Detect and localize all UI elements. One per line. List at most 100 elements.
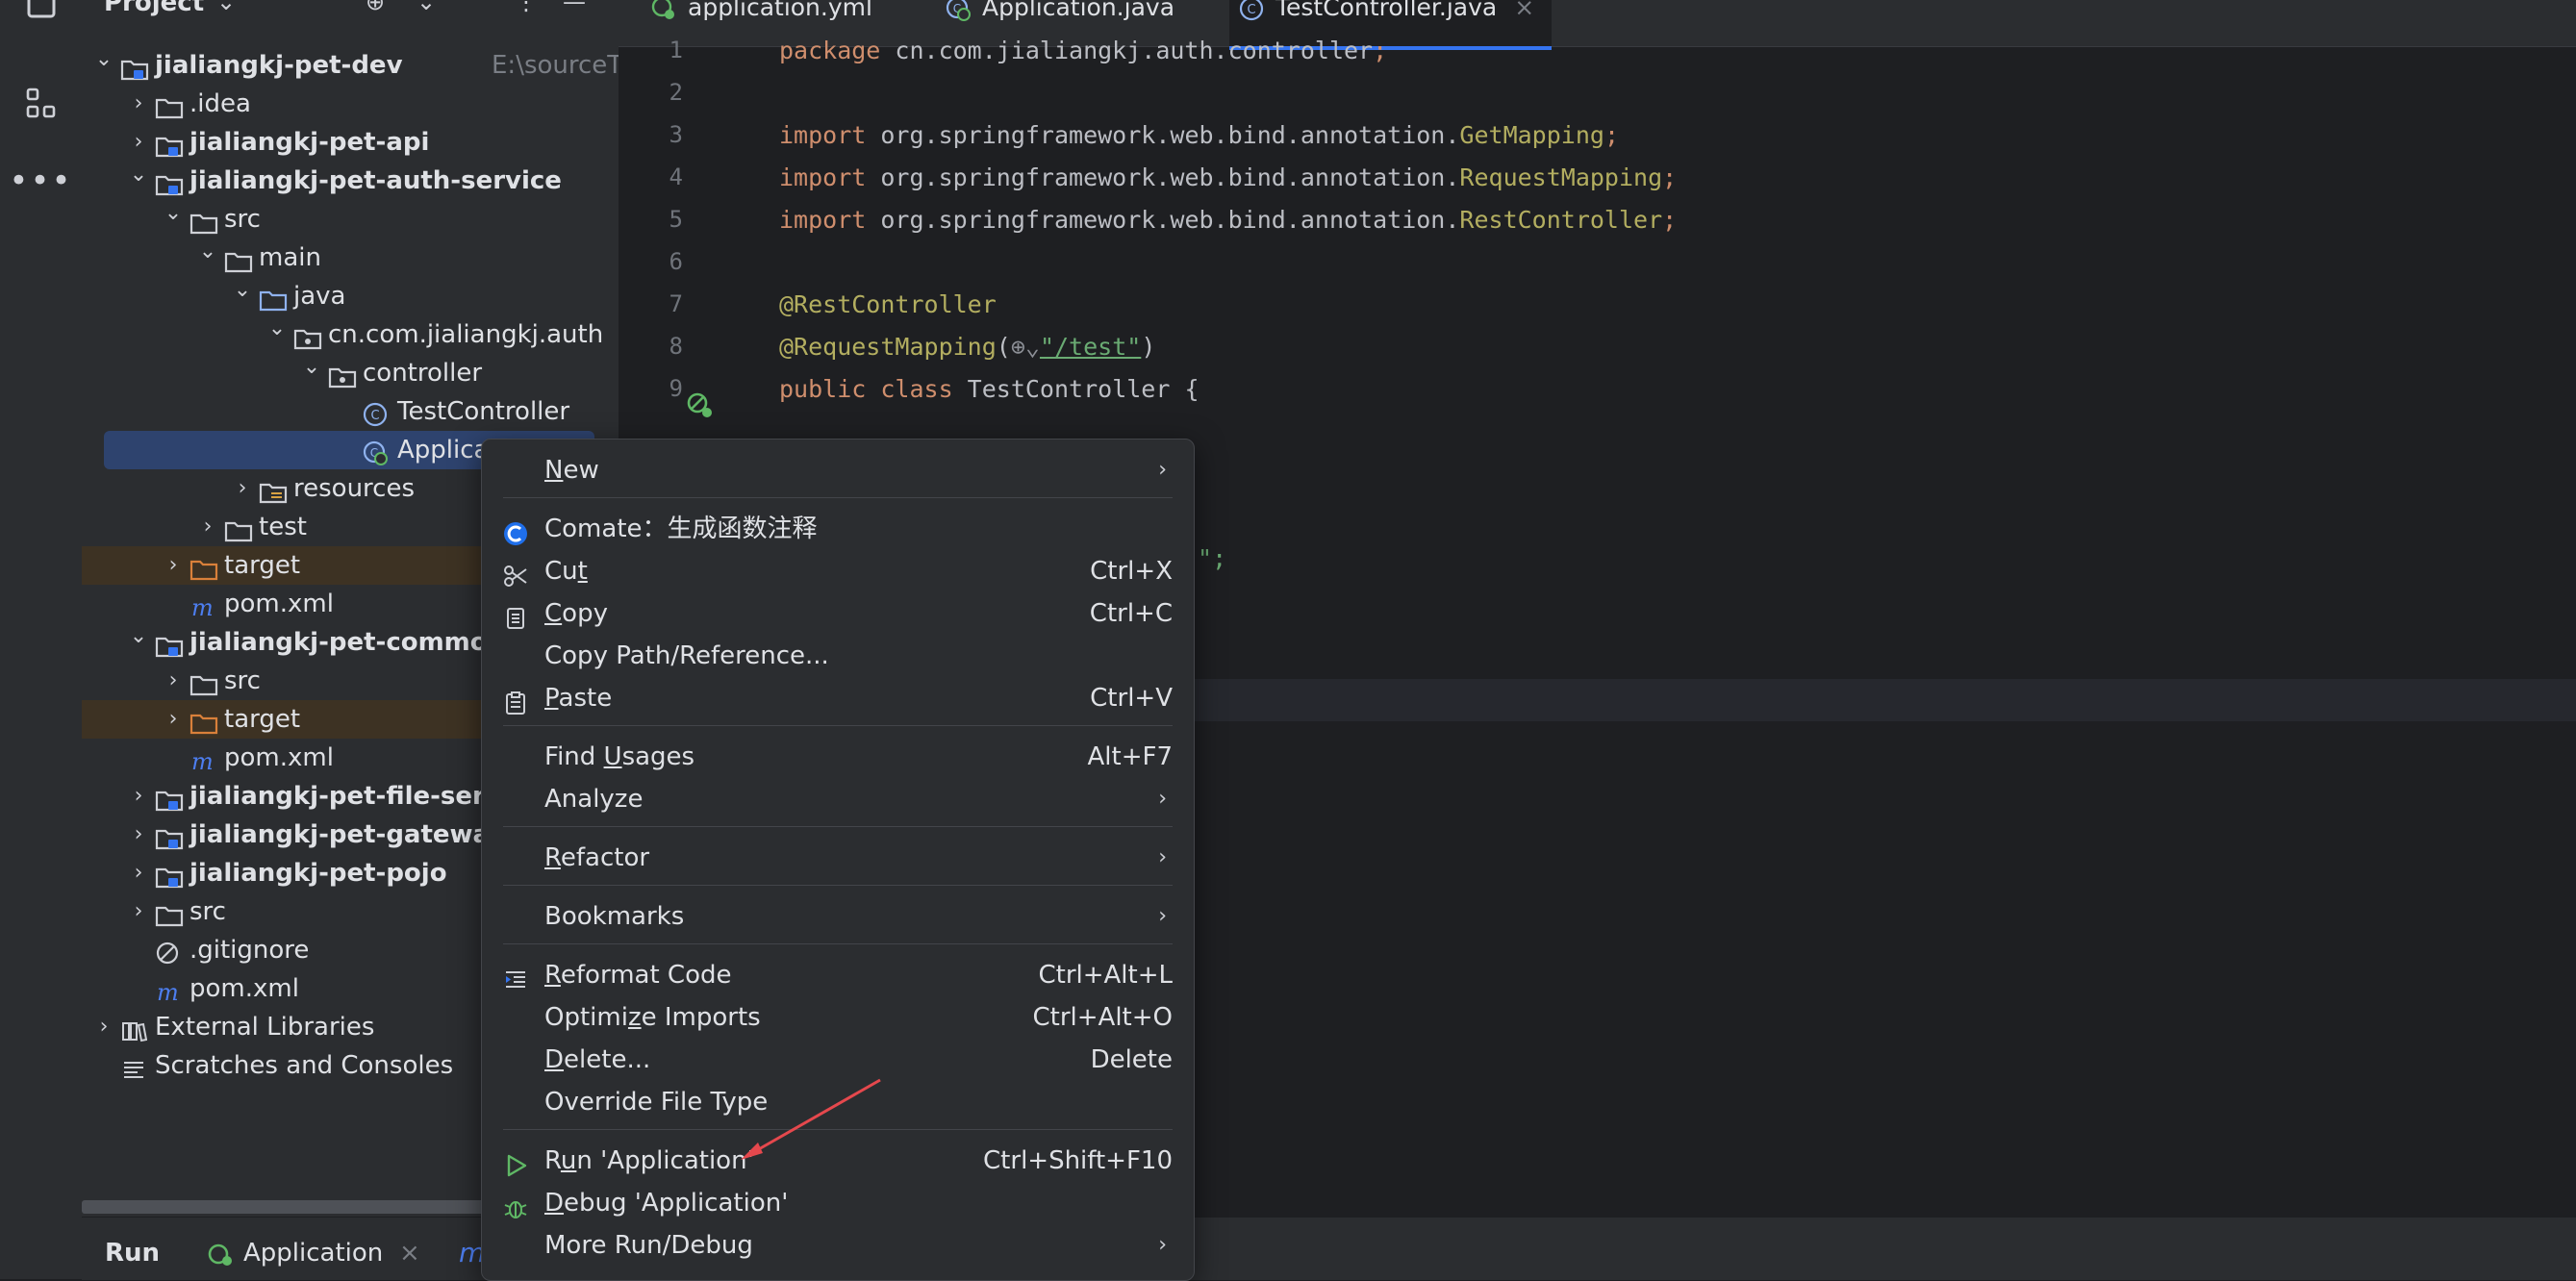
editor-tab-label: Application.java xyxy=(982,0,1175,21)
tree-item[interactable]: › jialiangkj-pet-api xyxy=(82,123,619,162)
menu-item-label: Run 'Application' xyxy=(544,1146,754,1175)
tree-item[interactable]: › .idea xyxy=(82,85,619,123)
spring-class-icon: C xyxy=(946,0,971,33)
chevron-right-icon[interactable]: › xyxy=(128,892,149,931)
tree-item-label: Scratches and Consoles xyxy=(155,1051,454,1080)
chevron-right-icon[interactable]: › xyxy=(197,508,218,546)
chevron-right-icon[interactable]: › xyxy=(232,469,253,508)
chevron-down-icon[interactable]: ⌄ xyxy=(93,40,114,79)
close-icon[interactable]: × xyxy=(1514,0,1534,21)
tree-item-label: cn.com.jialiangkj.auth xyxy=(328,320,604,349)
menu-item-debug-application[interactable]: Debug 'Application' xyxy=(482,1182,1194,1224)
chevron-right-icon[interactable]: › xyxy=(93,1008,114,1046)
code-line[interactable]: import org.springframework.web.bind.anno… xyxy=(779,206,1677,234)
comate-icon xyxy=(503,517,528,545)
context-menu: New › Comate：生成函数注释 Cut Ctrl+X Copy Ctrl+C Copy… xyxy=(481,439,1195,1281)
tree-item-label: jialiangkj-pet-common xyxy=(189,628,506,657)
close-icon[interactable]: × xyxy=(399,1239,420,1268)
menu-item-analyze[interactable]: Analyze › xyxy=(482,778,1194,820)
tree-item-label: jialiangkj-pet-auth-service xyxy=(189,166,562,195)
class-icon: C xyxy=(363,400,390,427)
code-line[interactable]: import org.springframework.web.bind.anno… xyxy=(779,121,1619,149)
menu-item-label: Comate：生成函数注释 xyxy=(544,515,818,543)
chevron-right-icon: › xyxy=(1158,845,1167,869)
menu-item-shortcut: Alt+F7 xyxy=(1087,742,1174,771)
tree-item-label: src xyxy=(224,205,261,234)
more-tools-icon[interactable]: ••• xyxy=(9,162,70,200)
menu-separator xyxy=(503,826,1173,827)
menu-item-optimize-imports[interactable]: Optimize Imports Ctrl+Alt+O xyxy=(482,996,1194,1039)
menu-item-bookmarks[interactable]: Bookmarks › xyxy=(482,895,1194,938)
tree-item[interactable]: C TestController xyxy=(82,392,619,431)
menu-item-copy-path-reference[interactable]: Copy Path/Reference... xyxy=(482,635,1194,677)
folder-icon xyxy=(155,900,184,927)
tree-item[interactable]: ⌄ controller xyxy=(82,354,619,392)
folder-icon xyxy=(189,208,218,235)
menu-item-copy[interactable]: Copy Ctrl+C xyxy=(482,592,1194,635)
menu-item-override-file-type[interactable]: Override File Type xyxy=(482,1081,1194,1123)
chevron-down-icon[interactable]: ⌄ xyxy=(301,348,322,387)
excluded-folder-icon xyxy=(189,554,218,581)
menu-item-reformat-code[interactable]: Reformat Code Ctrl+Alt+L xyxy=(482,954,1194,996)
hide-icon[interactable]: — xyxy=(563,0,586,15)
yaml-icon xyxy=(649,0,676,33)
menu-item-cut[interactable]: Cut Ctrl+X xyxy=(482,550,1194,592)
code-line[interactable]: package cn.com.jialiangkj.auth.controlle… xyxy=(779,37,1387,64)
menu-item-paste[interactable]: Paste Ctrl+V xyxy=(482,677,1194,719)
structure-icon[interactable] xyxy=(19,85,63,123)
run-gutter-icon[interactable] xyxy=(685,390,714,419)
menu-item-new[interactable]: New › xyxy=(482,449,1194,491)
tree-item-label: .idea xyxy=(189,89,251,118)
chevron-down-icon[interactable]: ⌄ xyxy=(266,310,288,348)
chevron-down-icon[interactable]: ⌄ xyxy=(128,156,149,194)
menu-item-label: Analyze xyxy=(544,785,644,814)
tree-item-label: jialiangkj-pet-pojo xyxy=(189,859,447,888)
locate-icon[interactable]: ⊕ xyxy=(366,0,385,15)
chevron-right-icon[interactable]: › xyxy=(163,700,184,739)
tree-item[interactable]: ⌄ cn.com.jialiangkj.auth xyxy=(82,315,619,354)
chevron-right-icon[interactable]: › xyxy=(163,662,184,700)
chevron-right-icon[interactable]: › xyxy=(128,854,149,892)
chevron-right-icon: › xyxy=(1158,904,1167,928)
paste-icon xyxy=(503,687,528,715)
menu-item-comate[interactable]: Comate：生成函数注释 xyxy=(482,508,1194,550)
menu-item-shortcut: Delete xyxy=(1090,1045,1173,1074)
expand-all-icon[interactable]: ⌄ xyxy=(417,0,436,15)
menu-item-label: Paste xyxy=(544,684,613,713)
chevron-down-icon[interactable]: ⌄ xyxy=(128,617,149,656)
menu-item-find-usages[interactable]: Find Usages Alt+F7 xyxy=(482,736,1194,778)
tree-item[interactable]: ⌄ java xyxy=(82,277,619,315)
module-folder-icon xyxy=(155,131,184,158)
menu-item-more-run-debug[interactable]: More Run/Debug › xyxy=(482,1224,1194,1267)
menu-item-shortcut: Ctrl+V xyxy=(1090,684,1173,713)
code-line[interactable]: import org.springframework.web.bind.anno… xyxy=(779,163,1677,191)
run-tab-label[interactable]: Application xyxy=(243,1239,383,1268)
chevron-right-icon[interactable]: › xyxy=(163,546,184,585)
scissors-icon xyxy=(503,560,528,587)
tree-item-label: target xyxy=(224,705,301,734)
code-line[interactable]: @RequestMapping(⊕⌄"/test") xyxy=(779,333,1155,361)
chevron-right-icon[interactable]: › xyxy=(128,816,149,854)
chevron-down-icon[interactable]: ⌄ xyxy=(232,271,253,310)
tree-item[interactable]: ⌄ src xyxy=(82,200,619,239)
tree-item[interactable]: ⌄jialiangkj-pet-devE:\sourceTree\jialia xyxy=(82,46,619,85)
menu-item-refactor[interactable]: Refactor › xyxy=(482,837,1194,879)
tree-item[interactable]: ⌄ main xyxy=(82,239,619,277)
ignore-icon xyxy=(155,939,182,965)
chevron-right-icon[interactable]: › xyxy=(128,777,149,816)
options-icon[interactable]: ⋮ xyxy=(515,0,538,15)
line-number: 5 xyxy=(669,206,683,233)
menu-item-delete[interactable]: Delete... Delete xyxy=(482,1039,1194,1081)
collapse-all-icon[interactable]: ⌃ xyxy=(465,0,484,15)
run-tool-title[interactable]: Run xyxy=(105,1239,160,1268)
chevron-right-icon[interactable]: › xyxy=(128,85,149,123)
maven-icon: m xyxy=(155,977,182,1006)
code-line[interactable]: @RestController xyxy=(779,290,997,318)
chevron-down-icon[interactable]: ⌄ xyxy=(163,194,184,233)
code-line[interactable]: public class TestController { xyxy=(779,375,1200,403)
chevron-down-icon[interactable]: ⌄ xyxy=(216,0,236,15)
chevron-down-icon[interactable]: ⌄ xyxy=(197,233,218,271)
project-tool-icon[interactable] xyxy=(19,0,63,25)
menu-item-run-application[interactable]: Run 'Application' Ctrl+Shift+F10 xyxy=(482,1140,1194,1182)
module-folder-icon xyxy=(155,785,184,812)
